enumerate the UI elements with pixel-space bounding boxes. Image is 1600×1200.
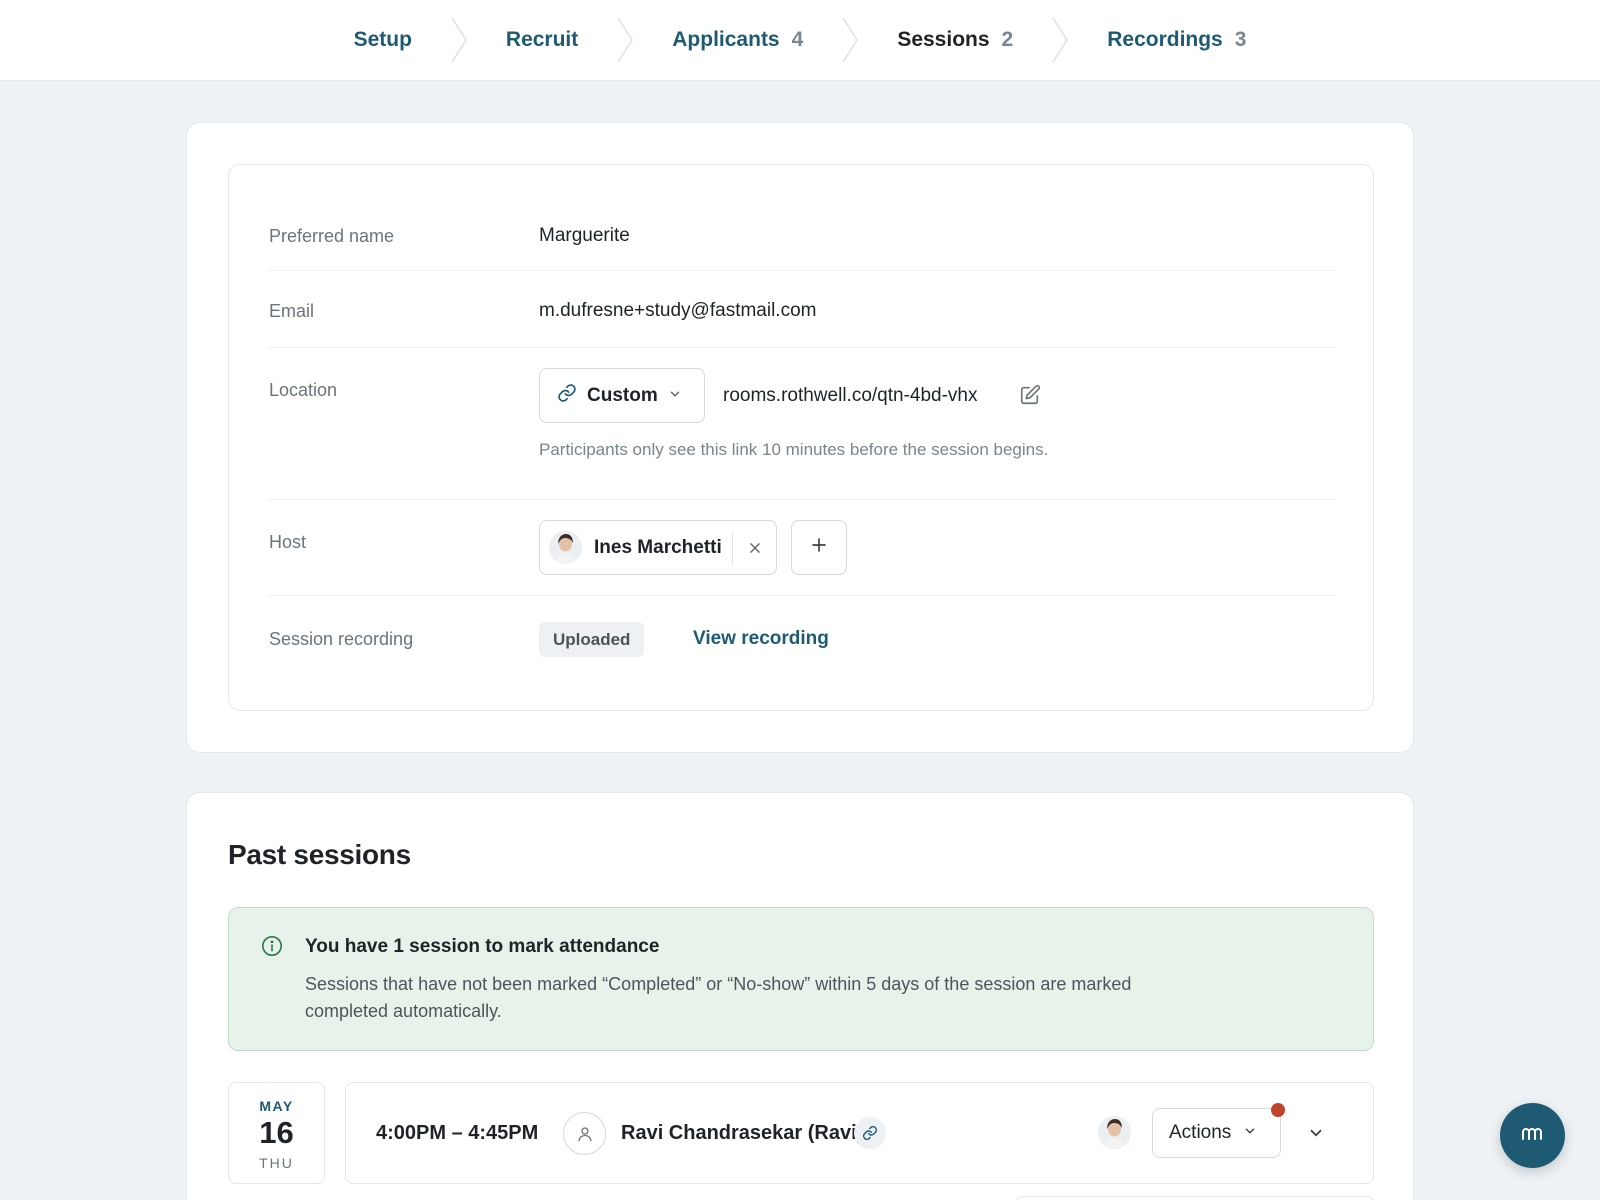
person-icon <box>563 1112 606 1155</box>
close-icon[interactable] <box>742 535 768 561</box>
step-label: Sessions <box>897 28 990 51</box>
date-month: MAY <box>259 1098 294 1114</box>
step-applicants[interactable]: Applicants 4 <box>634 0 841 81</box>
step-sessions[interactable]: Sessions 2 <box>859 0 1051 81</box>
details-panel: Preferred name Marguerite Email m.dufres… <box>228 164 1374 711</box>
step-recordings[interactable]: Recordings 3 <box>1069 0 1284 81</box>
date-weekday: THU <box>259 1155 294 1171</box>
location-hint: Participants only see this link 10 minut… <box>539 440 1049 459</box>
preferred-name-row: Preferred name Marguerite <box>269 165 1335 271</box>
progress-stepper: Setup Recruit Applicants 4 Sessions 2 Re… <box>0 0 1600 81</box>
plus-icon <box>810 536 828 559</box>
avatar <box>549 531 582 564</box>
chevron-right-icon <box>841 17 859 63</box>
host-chip: Ines Marchetti <box>539 520 777 575</box>
section-title: Past sessions <box>228 839 411 870</box>
step-label: Recruit <box>505 28 579 51</box>
chevron-right-icon <box>1051 17 1069 63</box>
session-date: MAY 16 THU <box>228 1082 325 1184</box>
preferred-name-label: Preferred name <box>269 226 395 246</box>
session-details-card: Preferred name Marguerite Email m.dufres… <box>186 122 1414 753</box>
info-icon <box>261 935 283 962</box>
step-count: 2 <box>1001 28 1014 51</box>
edit-icon[interactable] <box>1019 384 1041 406</box>
location-type-value: Custom <box>587 384 658 406</box>
chevron-down-icon <box>668 385 682 407</box>
logo-icon <box>1521 1125 1545 1146</box>
chevron-down-icon[interactable] <box>1301 1118 1331 1148</box>
step-label: Applicants <box>672 28 780 51</box>
divider <box>732 532 733 565</box>
notice-body: Sessions that have not been marked “Comp… <box>305 974 1132 1021</box>
step-recruit[interactable]: Recruit <box>468 0 616 81</box>
chevron-right-icon <box>450 17 468 63</box>
help-launcher-button[interactable] <box>1500 1103 1565 1168</box>
link-icon <box>557 383 577 409</box>
view-recording-link[interactable]: View recording <box>693 628 829 650</box>
date-day: 16 <box>259 1115 294 1150</box>
step-label: Recordings <box>1107 28 1223 51</box>
location-row: Location Custom rooms.rothwell.co/qtn-4b… <box>269 348 1335 500</box>
email-row: Email m.dufresne+study@fastmail.com <box>269 271 1335 348</box>
participant-name[interactable]: Ravi Chandrasekar (Ravi) <box>621 1122 863 1145</box>
attendance-notice: You have 1 session to mark attendance Se… <box>228 907 1374 1051</box>
session-recording-label: Session recording <box>269 629 414 649</box>
add-host-button[interactable] <box>791 520 847 575</box>
location-label: Location <box>269 380 338 400</box>
actions-button[interactable]: Actions <box>1152 1108 1281 1158</box>
host-label: Host <box>269 532 307 552</box>
dropdown-edge <box>1015 1196 1375 1200</box>
chevron-right-icon <box>616 17 634 63</box>
step-count: 3 <box>1234 28 1247 51</box>
email-value: m.dufresne+study@fastmail.com <box>539 300 817 321</box>
chevron-down-icon <box>1243 1122 1257 1144</box>
session-time: 4:00PM – 4:45PM <box>376 1122 539 1144</box>
step-setup[interactable]: Setup <box>316 0 450 81</box>
link-icon[interactable] <box>854 1117 886 1149</box>
actions-label: Actions <box>1169 1122 1232 1143</box>
step-count: 4 <box>791 28 804 51</box>
past-sessions-card: Past sessions You have 1 session to mark… <box>186 792 1414 1200</box>
session-recording-row: Session recording Uploaded View recordin… <box>269 596 1335 696</box>
alert-dot <box>1271 1103 1285 1117</box>
step-label: Setup <box>353 28 412 51</box>
host-name: Ines Marchetti <box>594 536 722 558</box>
location-url: rooms.rothwell.co/qtn-4bd-vhx <box>723 385 978 406</box>
host-row: Host Ines Marchetti <box>269 500 1335 596</box>
notice-title: You have 1 session to mark attendance <box>305 936 660 957</box>
location-type-select[interactable]: Custom <box>539 368 705 423</box>
preferred-name-value: Marguerite <box>539 225 630 246</box>
email-label: Email <box>269 301 315 321</box>
avatar <box>1098 1116 1131 1149</box>
session-row[interactable]: 4:00PM – 4:45PM Ravi Chandrasekar (Ravi)… <box>345 1082 1374 1184</box>
status-badge: Uploaded <box>539 622 645 657</box>
